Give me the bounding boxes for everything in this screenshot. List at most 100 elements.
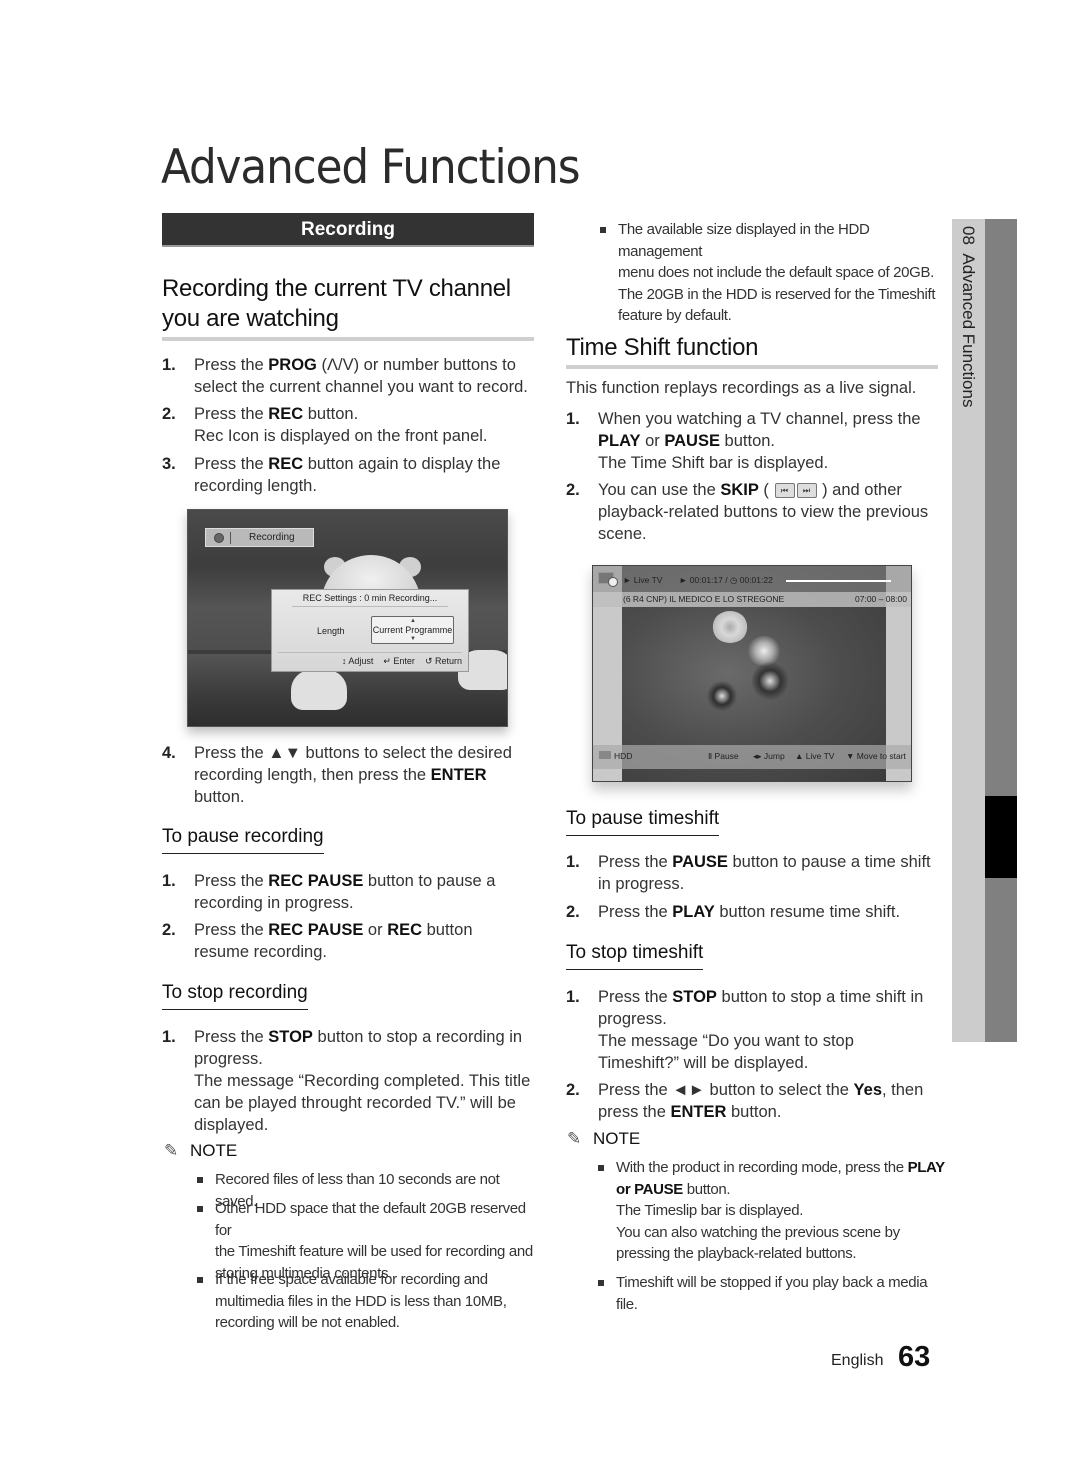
step-text: Press the ◄► button to select the <box>598 1081 854 1099</box>
button-name-prog: PROG <box>268 356 317 374</box>
note-text: If the free space available for recordin… <box>215 1271 488 1288</box>
timeshift-hint-bar: HDD Ⅱ Pause ◂▸ Jump ▲ Live TV ▼ Move to … <box>593 745 911 769</box>
step-number: 2. <box>566 903 580 921</box>
time-shift-intro: This function replays recordings as a li… <box>566 379 917 397</box>
step-text: displayed. <box>194 1116 269 1134</box>
mode-label: ► Live TV <box>623 575 663 585</box>
step-text: (Λ/V) or number buttons to <box>316 356 516 374</box>
note-text: The Timeslip bar is displayed. <box>616 1202 804 1219</box>
step-number: 1. <box>566 410 580 428</box>
button-name-rec-pause: REC PAUSE <box>268 921 364 939</box>
hint-adjust: ↕ Adjust <box>341 656 374 666</box>
button-name-pause: PAUSE <box>672 853 728 871</box>
heading-stop-recording: To stop recording <box>162 981 308 1010</box>
step-number: 2. <box>162 921 176 939</box>
hint-jump: ◂▸ Jump <box>753 751 785 761</box>
step-text: button. <box>726 1103 782 1121</box>
note-heading: ✎ NOTE <box>164 1140 237 1162</box>
note-text: Other HDD space that the default 20GB re… <box>215 1200 526 1239</box>
note-text: multimedia files in the HDD is less than… <box>215 1292 507 1310</box>
step-text: Rec Icon is displayed on the front panel… <box>194 427 488 445</box>
step-text: scene. <box>598 525 647 543</box>
step-text: or <box>640 432 665 450</box>
step-text: , then <box>882 1081 924 1099</box>
step-text: Press the <box>598 903 673 921</box>
recording-screenshot: Recording REC Settings : 0 min Recording… <box>187 509 508 727</box>
step-text: progress. <box>598 1010 667 1028</box>
skip-next-icon: ⏭ <box>796 483 817 499</box>
step-text: button to stop a recording in <box>312 1028 523 1046</box>
bullet-square-icon <box>598 1280 604 1286</box>
note-text: feature by default. <box>618 307 732 324</box>
note-text: The 20GB in the HDD is reserved for the … <box>618 285 936 303</box>
bullet-square-icon <box>598 1165 604 1171</box>
hint-pause: Ⅱ Pause <box>708 751 739 761</box>
record-dot-icon <box>214 533 224 543</box>
heading-stop-timeshift: To stop timeshift <box>566 941 704 970</box>
arrow-down-icon[interactable]: ▼ <box>410 636 416 642</box>
step-text: Press the <box>194 455 269 473</box>
step-text: button. <box>194 788 245 806</box>
heading-line-1: Recording the current TV channel <box>162 275 511 302</box>
flower <box>707 681 737 711</box>
time-readout: ► 00:01:17 / ◷ 00:01:22 <box>679 575 773 585</box>
programme-time: 07:00 – 08:00 <box>855 594 907 604</box>
heading-rule <box>566 365 938 369</box>
hint-enter: ↵ Enter <box>383 656 415 666</box>
step-text: The message “Recording completed. This t… <box>194 1072 531 1090</box>
button-name-play: PLAY <box>672 903 715 921</box>
button-name-play: PLAY <box>907 1159 946 1176</box>
step-number: 2. <box>566 1081 580 1099</box>
step-number: 3. <box>162 455 176 473</box>
step-number: 1. <box>162 1028 176 1046</box>
dialog-title: REC Settings : 0 min Recording... <box>292 593 448 607</box>
step-text: progress. <box>194 1050 263 1068</box>
heading-pause-timeshift: To pause timeshift <box>566 807 720 836</box>
timeshift-screenshot: ► Live TV ► 00:01:17 / ◷ 00:01:22 (6 R4 … <box>592 565 912 782</box>
note-text: pressing the playback-related buttons. <box>616 1245 857 1262</box>
bullet-square-icon <box>197 1277 203 1283</box>
chapter-tab-label: 08 Advanced Functions <box>959 226 978 408</box>
bullet-square-icon <box>600 227 606 233</box>
note-text: recording will be not enabled. <box>215 1314 400 1331</box>
button-name-rec: REC <box>387 921 423 939</box>
step-text: button resume time shift. <box>714 903 901 921</box>
note-label: NOTE <box>593 1129 641 1148</box>
page-title: Advanced Functions <box>161 140 581 195</box>
step-text: or <box>363 921 388 939</box>
timeshift-progress-bar <box>786 580 891 582</box>
step-text: Timeshift?” will be displayed. <box>598 1054 809 1072</box>
chapter-tab-edge <box>985 219 1017 1042</box>
step-text: button <box>422 921 473 939</box>
recording-badge: Recording <box>205 528 314 547</box>
channel-name: (6 R4 CNP) IL MEDICO E LO STREGONE <box>623 594 785 604</box>
step-number: 1. <box>566 853 580 871</box>
step-text: can be played throught recorded TV.” wil… <box>194 1094 516 1112</box>
step-text: Press the <box>194 356 269 374</box>
note-text: file. <box>616 1295 638 1313</box>
length-label: Length <box>317 626 345 636</box>
note-text: the Timeshift feature will be used for r… <box>215 1243 533 1260</box>
note-text: The available size displayed in the HDD … <box>618 221 870 260</box>
step-text: resume recording. <box>194 943 327 961</box>
button-name-play: PLAY <box>598 432 641 450</box>
arrow-up-icon[interactable]: ▲ <box>410 618 416 624</box>
note-heading: ✎ NOTE <box>567 1128 640 1150</box>
step-text: Press the ▲▼ buttons to select the desir… <box>194 744 512 762</box>
step-text: The message “Do you want to stop <box>598 1032 854 1050</box>
button-name-skip: SKIP <box>720 481 759 499</box>
note-text: menu does not include the default space … <box>618 264 934 281</box>
skip-previous-icon: ⏮ <box>774 483 795 499</box>
flower <box>752 661 788 701</box>
rec-settings-dialog: REC Settings : 0 min Recording... Length… <box>271 589 469 672</box>
heading-line-2: you are watching <box>162 305 339 332</box>
note-text: Timeshift will be stopped if you play ba… <box>616 1274 928 1291</box>
step-text: The Time Shift bar is displayed. <box>598 454 829 472</box>
pencil-icon: ✎ <box>164 1141 179 1160</box>
footer-language: English <box>831 1352 884 1369</box>
length-selector[interactable]: ▲ Current Programme ▼ <box>371 616 454 644</box>
step-number: 4. <box>162 744 176 762</box>
step-text: When you watching a TV channel, press th… <box>598 410 921 428</box>
step-text: You can use the <box>598 481 721 499</box>
channel-info-bar: (6 R4 CNP) IL MEDICO E LO STREGONE 07:00… <box>593 592 911 607</box>
